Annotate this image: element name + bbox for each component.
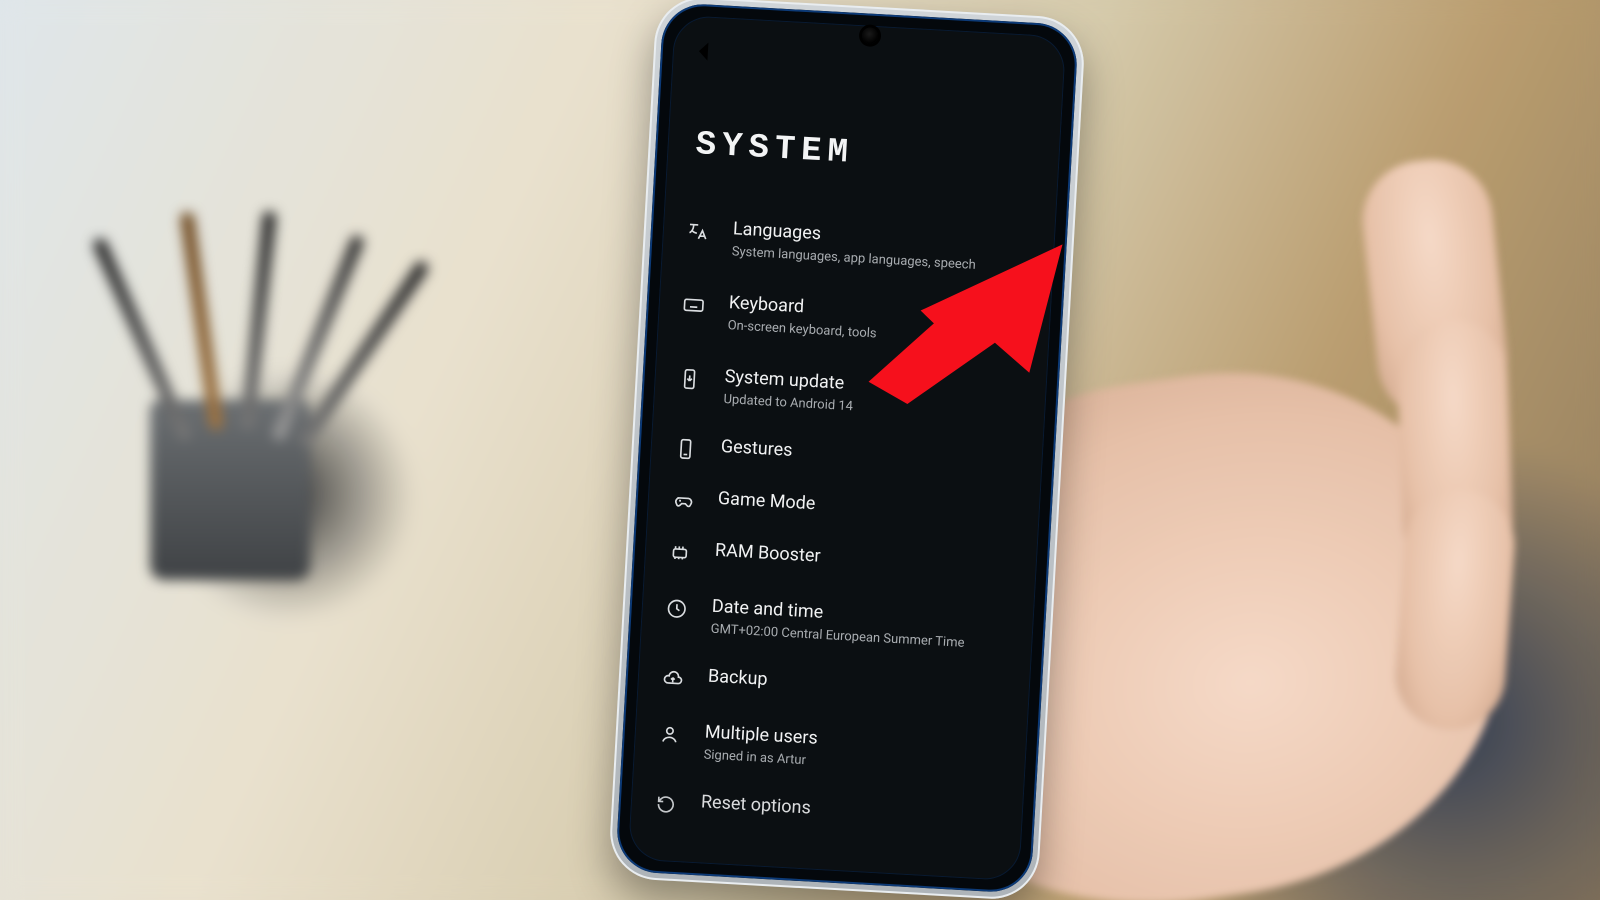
gestures-icon [672,435,699,462]
gamepad-icon [669,487,696,514]
system-update-icon [676,365,703,392]
cloud-upload-icon [659,665,686,692]
arrow-left-icon [686,32,724,70]
phone-frame: Back SYSTEM Languages System languages, … [608,0,1087,900]
phone-bezel: Back SYSTEM Languages System languages, … [615,2,1079,894]
back-button[interactable]: Back [686,32,724,70]
background-pen-cup [120,260,340,580]
settings-item-title: RAM Booster [714,540,821,568]
reset-icon [652,791,679,818]
screen: Back SYSTEM Languages System languages, … [628,15,1067,882]
annotation-arrow [867,232,1096,414]
scene: Back SYSTEM Languages System languages, … [0,0,1600,900]
translate-icon [684,218,711,245]
page-title: SYSTEM [695,126,1041,183]
settings-item-title: Game Mode [717,488,816,516]
clock-icon [663,595,690,622]
person-icon [656,721,683,748]
settings-item-title: Reset options [700,792,811,821]
memory-icon [666,539,693,566]
settings-item-title: Backup [707,666,768,692]
keyboard-icon [680,292,707,319]
settings-item-title: Gestures [720,436,793,462]
app-bar: Back [672,15,1066,89]
settings-item-subtitle: Signed in as Artur [703,746,817,770]
